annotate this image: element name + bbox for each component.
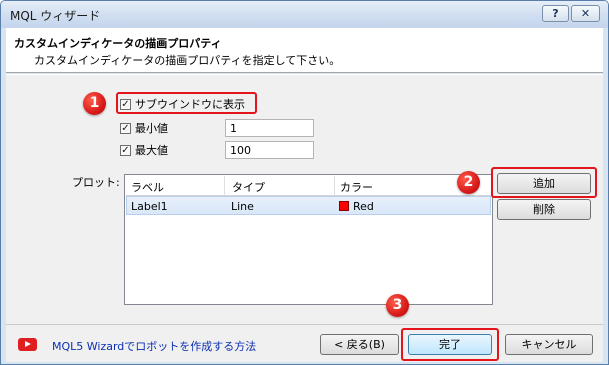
checkbox-checked-icon[interactable]: ✓ — [120, 144, 131, 156]
help-button[interactable]: ? — [542, 5, 569, 22]
footer-bar: MQL5 Wizardでロボットを作成する方法 < 戻る(B) 完了 3 キャン… — [6, 294, 603, 362]
cancel-button[interactable]: キャンセル — [505, 334, 593, 355]
callout-badge-1: 1 — [83, 92, 106, 115]
callout-box-2 — [491, 167, 597, 198]
minimum-input[interactable]: 1 — [225, 119, 314, 137]
properties-panel: ✓ サブウインドウに表示 1 ✓ 最小値 1 ✓ 最大値 100 プロット: ラ… — [6, 74, 603, 325]
row-type-cell: Line — [231, 200, 254, 213]
column-header-color[interactable]: カラー — [340, 179, 373, 195]
minimum-label: 最小値 — [135, 122, 168, 135]
wizard-help-link[interactable]: MQL5 Wizardでロボットを作成する方法 — [52, 338, 256, 354]
page-subtitle: カスタムインディケータの描画プロパティを指定して下さい。 — [34, 54, 341, 67]
column-header-label[interactable]: ラベル — [131, 179, 164, 195]
header-panel: カスタムインディケータの描画プロパティ カスタムインディケータの描画プロパティを… — [6, 28, 603, 73]
column-header-type[interactable]: タイプ — [232, 179, 265, 195]
youtube-icon[interactable] — [18, 338, 37, 351]
plots-table[interactable]: ラベル タイプ カラー Label1 Line Red — [124, 174, 493, 305]
callout-badge-2: 2 — [457, 171, 480, 194]
minimum-checkbox-row[interactable]: ✓ 最小値 — [120, 119, 168, 137]
callout-badge-3: 3 — [386, 294, 409, 317]
wizard-window: MQL ウィザード ? ✕ カスタムインディケータの描画プロパティ カスタムイン… — [0, 0, 609, 365]
back-button[interactable]: < 戻る(B) — [320, 334, 399, 355]
checkbox-checked-icon[interactable]: ✓ — [120, 122, 131, 134]
plots-label: プロット: — [72, 176, 120, 189]
row-color-cell[interactable]: Red — [339, 200, 374, 213]
maximum-label: 最大値 — [135, 144, 168, 157]
color-swatch-icon — [339, 201, 349, 211]
callout-box-1 — [116, 92, 257, 114]
title-bar: MQL ウィザード ? ✕ — [1, 1, 608, 28]
delete-plot-button[interactable]: 削除 — [497, 199, 591, 220]
table-row[interactable]: Label1 Line Red — [126, 196, 491, 215]
maximum-input[interactable]: 100 — [225, 141, 314, 159]
close-button[interactable]: ✕ — [571, 5, 600, 22]
plots-table-header: ラベル タイプ カラー — [126, 176, 491, 196]
maximum-checkbox-row[interactable]: ✓ 最大値 — [120, 141, 168, 159]
row-color-name: Red — [353, 200, 374, 213]
callout-box-3 — [401, 328, 499, 361]
window-title: MQL ウィザード — [10, 9, 101, 23]
row-label-cell: Label1 — [131, 200, 168, 213]
page-title: カスタムインディケータの描画プロパティ — [14, 37, 222, 50]
